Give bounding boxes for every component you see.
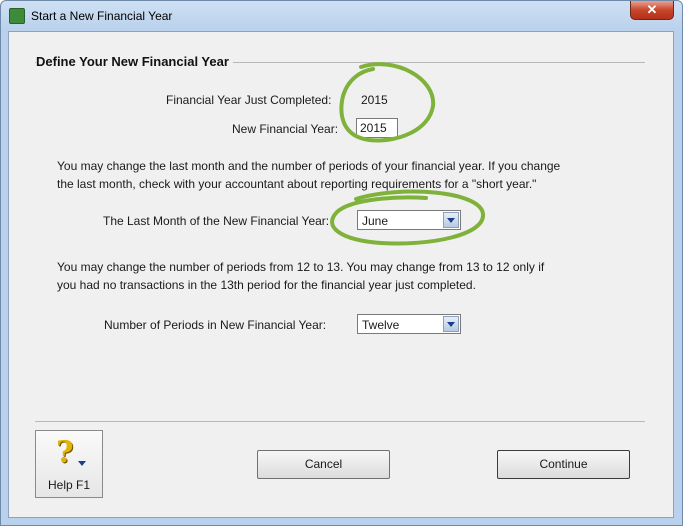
window-title: Start a New Financial Year [31,9,173,23]
cancel-button[interactable]: Cancel [257,450,390,479]
chart-app-icon [9,8,25,24]
section-title: Define Your New Financial Year [36,54,233,69]
chevron-down-icon[interactable] [443,212,459,228]
cancel-button-label: Cancel [304,457,343,471]
new-year-label: New Financial Year: [232,122,339,136]
periods-note: You may change the number of periods fro… [57,258,544,294]
close-button[interactable]: ✕ [630,1,674,20]
periods-value: Twelve [362,318,400,332]
question-mark-icon: ? [56,435,74,470]
periods-note-line-2: you had no transactions in the 13th peri… [57,278,476,292]
help-button-label: Help F1 [47,478,91,492]
footer-divider [35,421,645,422]
continue-button[interactable]: Continue [497,450,630,479]
last-month-dropdown[interactable]: June [357,210,461,230]
help-button[interactable]: ? Help F1 [35,430,103,498]
continue-button-label: Continue [539,457,588,471]
periods-label: Number of Periods in New Financial Year: [104,318,327,332]
month-note-line-2: the last month, check with your accounta… [57,177,537,191]
periods-note-line-1: You may change the number of periods fro… [57,260,545,274]
dropdown-arrow-icon [78,461,86,466]
new-year-input[interactable]: 2015 [356,118,398,138]
last-month-label: The Last Month of the New Financial Year… [103,214,330,228]
last-month-value: June [362,214,389,228]
month-note: You may change the last month and the nu… [57,157,560,193]
year-completed-value: 2015 [361,93,388,107]
title-bar: Start a New Financial Year ✕ [1,1,682,31]
dialog-window: Start a New Financial Year ✕ Define Your… [0,0,683,526]
year-completed-label: Financial Year Just Completed: [166,93,332,107]
month-note-line-1: You may change the last month and the nu… [57,159,561,173]
chevron-down-icon[interactable] [443,316,459,332]
dialog-body: Define Your New Financial Year Financial… [8,31,674,518]
periods-dropdown[interactable]: Twelve [357,314,461,334]
